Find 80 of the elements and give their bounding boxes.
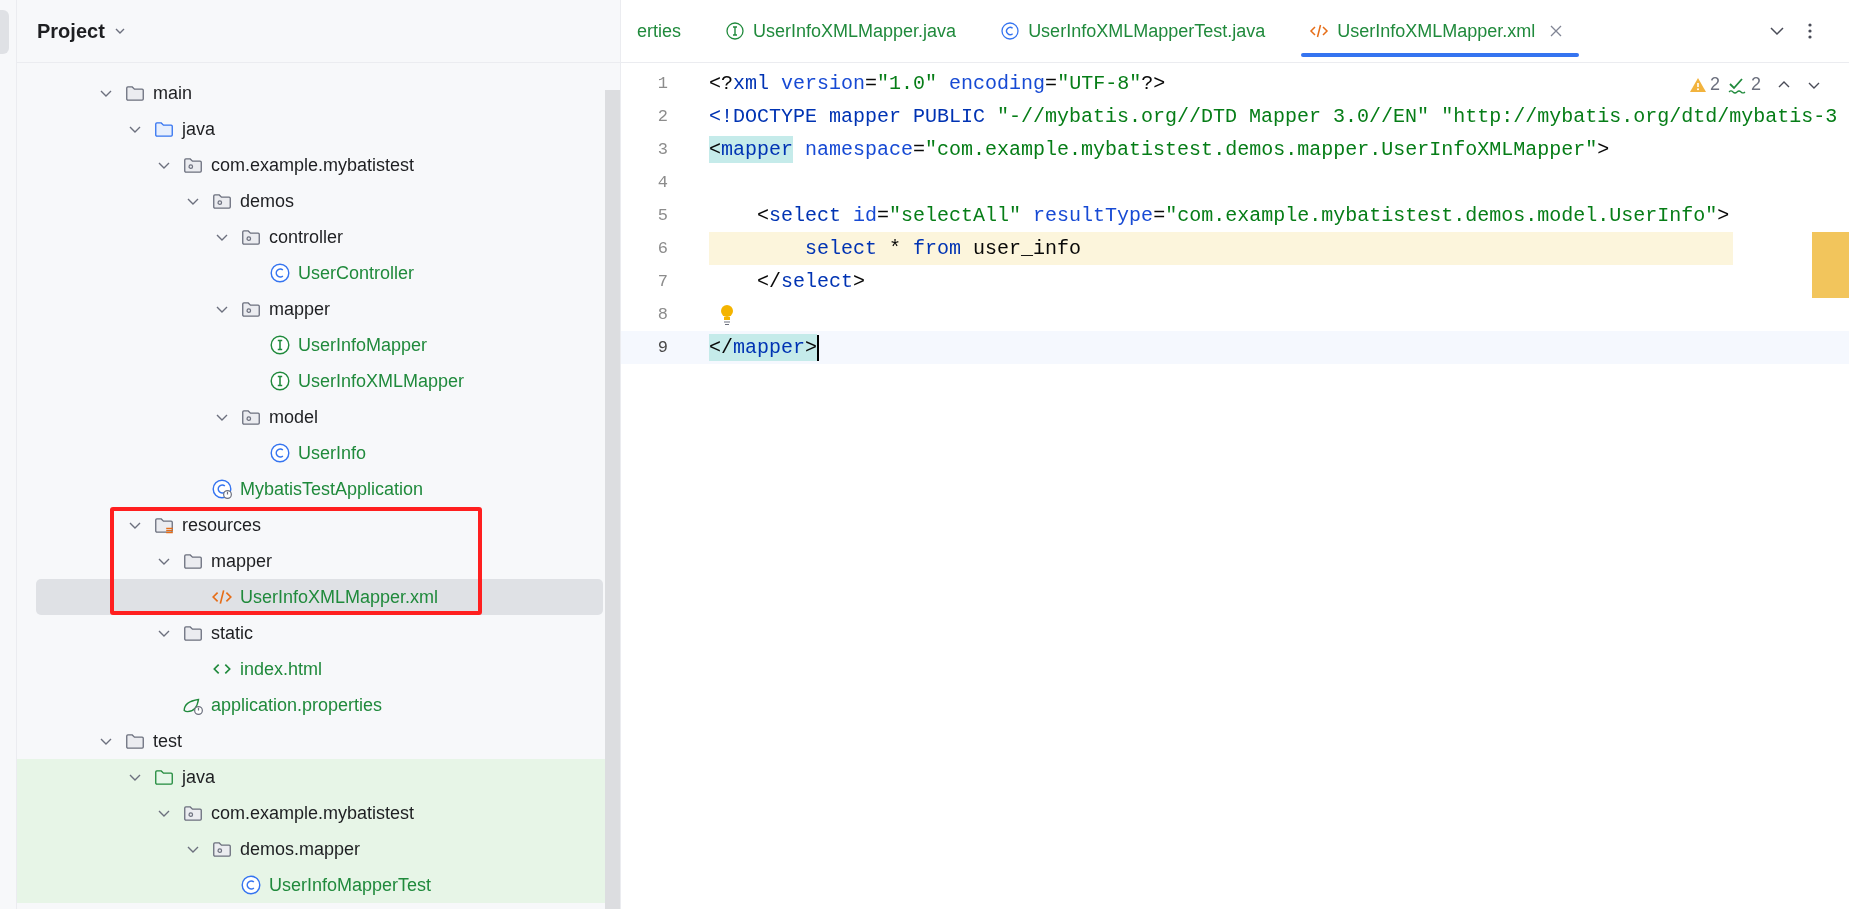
- tree-item[interactable]: java: [36, 759, 603, 795]
- panel-title[interactable]: Project: [37, 16, 105, 46]
- tree-item[interactable]: UserInfoMapperTest: [36, 867, 603, 903]
- line-number: 5: [656, 204, 668, 227]
- tree-item-label: static: [211, 621, 253, 645]
- code-line: </mapper>: [709, 334, 818, 361]
- tree-item[interactable]: UserInfo: [36, 435, 603, 471]
- class-icon: [1000, 21, 1021, 41]
- code-line: <?xml version="1.0" encoding="UTF-8"?>: [709, 70, 1166, 97]
- tree-item[interactable]: java: [36, 111, 603, 147]
- code-line: <!DOCTYPE mapper PUBLIC "-//mybatis.org//DTD Mapper 3.0//EN" "http://mybatis.org/dtd/mybatis-3: [709, 103, 1838, 130]
- tree-item-label: java: [182, 765, 216, 789]
- tree-item-label: demos: [240, 189, 295, 213]
- tree-item-label: com.example.mybatistest: [211, 153, 415, 177]
- class-icon: [211, 478, 233, 500]
- tree-item[interactable]: com.example.mybatistest: [36, 795, 603, 831]
- tree-item-label: mapper: [269, 297, 331, 321]
- tree-item-label: UserController: [298, 261, 415, 285]
- tree-item[interactable]: index.html: [36, 651, 603, 687]
- editor-tab[interactable]: UserInfoXMLMapperTest.java: [978, 0, 1288, 62]
- tree-item-label: UserInfoMapperTest: [269, 873, 432, 897]
- tree-item-label: UserInfo: [298, 441, 367, 465]
- class-icon: [240, 874, 262, 896]
- class-icon: [269, 442, 291, 464]
- line-number: 8: [656, 303, 668, 326]
- tree-item-label: MybatisTestApplication: [240, 477, 424, 501]
- class-icon: [269, 262, 291, 284]
- close-icon[interactable]: [1549, 24, 1564, 38]
- tree-item[interactable]: MybatisTestApplication: [36, 471, 603, 507]
- tree-item[interactable]: test: [36, 723, 603, 759]
- tree-item[interactable]: UserInfoMapper: [36, 327, 603, 363]
- inspection-counter[interactable]: 2: [1688, 71, 1720, 98]
- tree-item[interactable]: demos: [36, 183, 603, 219]
- tree-item-label: controller: [269, 225, 344, 249]
- tree-item-label: main: [153, 81, 192, 105]
- tree-item[interactable]: controller: [36, 219, 603, 255]
- tree-item-label: UserInfoXMLMapper.xml: [240, 585, 439, 609]
- tree-item-label: application.properties: [211, 693, 383, 717]
- tree-item[interactable]: application.properties: [36, 687, 603, 723]
- tree-item-label: resources: [182, 513, 262, 537]
- line-number: 9: [656, 336, 668, 359]
- tree-item-label: test: [153, 729, 182, 753]
- tree-item-label: UserInfoXMLMapper: [298, 369, 465, 393]
- more-options-icon[interactable]: [1807, 22, 1813, 40]
- tree-item[interactable]: resources: [36, 507, 603, 543]
- code-line: <mapper namespace="com.example.mybatistest.demos.mapper.UserInfoXMLMapper">: [709, 136, 1610, 163]
- tree-item-label: index.html: [240, 657, 323, 681]
- code-line: select * from user_info: [804, 235, 1082, 262]
- tree-item[interactable]: com.example.mybatistest: [36, 147, 603, 183]
- tree-item[interactable]: mapper: [36, 543, 603, 579]
- tree-item[interactable]: static: [36, 615, 603, 651]
- line-number: 7: [656, 270, 668, 293]
- line-number: 1: [656, 72, 668, 95]
- line-number: 2: [656, 105, 668, 128]
- line-number: 6: [656, 237, 668, 260]
- tree-item-label: demos.mapper: [240, 837, 361, 861]
- inspection-counter[interactable]: 2: [1728, 71, 1761, 98]
- tree-item[interactable]: main: [36, 75, 603, 111]
- tree-item[interactable]: UserController: [36, 255, 603, 291]
- editor-tab[interactable]: erties: [621, 0, 703, 62]
- tree-item-label: UserInfoMapper: [298, 333, 428, 357]
- editor-tab[interactable]: UserInfoXMLMapper.xml: [1287, 0, 1586, 62]
- interface-icon: [269, 334, 291, 356]
- line-number: 4: [656, 171, 668, 194]
- tree-item-label: com.example.mybatistest: [211, 801, 415, 825]
- tree-item[interactable]: demos.mapper: [36, 831, 603, 867]
- code-line: </select>: [756, 268, 866, 295]
- editor-tab[interactable]: UserInfoXMLMapper.java: [703, 0, 979, 62]
- tree-item-label: model: [269, 405, 319, 429]
- scrollbar-thumb[interactable]: [605, 90, 620, 909]
- interface-icon: [725, 21, 745, 41]
- code-line: <select id="selectAll" resultType="com.example.mybatistest.demos.model.UserInfo">: [756, 202, 1730, 229]
- tree-item[interactable]: mapper: [36, 291, 603, 327]
- tree-item[interactable]: model: [36, 399, 603, 435]
- interface-icon: [269, 370, 291, 392]
- tree-item-label: mapper: [211, 549, 273, 573]
- line-number: 3: [656, 138, 668, 161]
- scroll-marker[interactable]: [1812, 232, 1849, 298]
- tree-item[interactable]: UserInfoXMLMapper: [36, 363, 603, 399]
- tree-item-label: java: [182, 117, 216, 141]
